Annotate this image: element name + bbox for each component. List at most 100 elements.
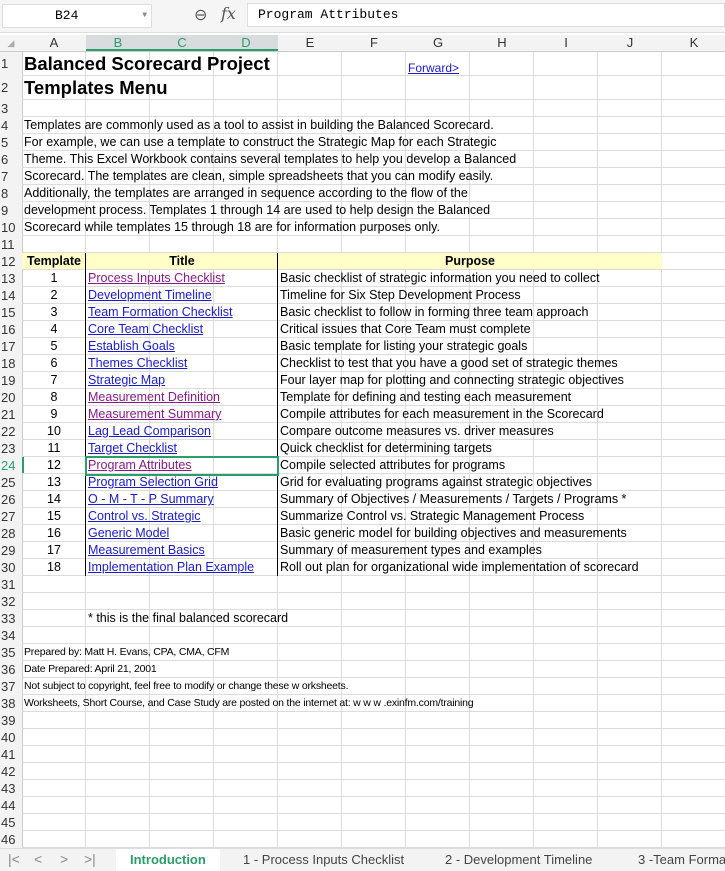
template-link[interactable]: Control vs. Strategic	[88, 508, 201, 525]
column-header-k[interactable]: K	[662, 35, 725, 51]
column-header-i[interactable]: I	[534, 35, 598, 51]
row-header[interactable]: 4	[0, 117, 22, 134]
forward-link[interactable]: Forward>	[408, 56, 459, 80]
template-link[interactable]: Implementation Plan Example	[88, 559, 254, 576]
zoom-icon[interactable]: ⊖	[194, 5, 207, 25]
row-header[interactable]: 24	[0, 457, 24, 474]
row-header[interactable]: 15	[0, 304, 22, 321]
name-box[interactable]: B24 ▼	[2, 4, 152, 28]
row-header[interactable]: 32	[0, 593, 22, 610]
row-header[interactable]: 23	[0, 440, 22, 457]
template-link[interactable]: Strategic Map	[88, 372, 165, 389]
column-header-d[interactable]: D	[214, 35, 278, 51]
row-header[interactable]: 14	[0, 287, 22, 304]
row-header[interactable]: 31	[0, 576, 22, 593]
tab-team-formation[interactable]: 3 -Team Forma	[638, 852, 725, 867]
template-link[interactable]: Measurement Definition	[88, 389, 220, 406]
row-header[interactable]: 1	[0, 52, 22, 76]
template-number: 17	[47, 543, 61, 557]
tab-process-inputs-checklist[interactable]: 1 - Process Inputs Checklist	[243, 852, 404, 867]
template-number: 9	[50, 407, 58, 421]
formula-input[interactable]: Program Attributes	[247, 3, 725, 27]
template-purpose: Compile selected attributes for programs	[280, 458, 506, 472]
row-header[interactable]: 26	[0, 491, 22, 508]
row-header[interactable]: 3	[0, 100, 22, 117]
template-link[interactable]: O - M - T - P Summary	[88, 491, 214, 508]
row-header[interactable]: 2	[0, 76, 22, 100]
row-header[interactable]: 34	[0, 627, 22, 644]
row-header[interactable]: 9	[0, 202, 22, 219]
template-link[interactable]: Lag Lead Comparison	[88, 423, 211, 440]
template-link[interactable]: Core Team Checklist	[88, 321, 203, 338]
intro-text: Scorecard. The templates are clean, simp…	[24, 169, 494, 183]
row-header[interactable]: 46	[0, 831, 22, 848]
tab-development-timeline[interactable]: 2 - Development Timeline	[445, 852, 592, 867]
row-header[interactable]: 16	[0, 321, 22, 338]
column-header-j[interactable]: J	[598, 35, 662, 51]
row-header[interactable]: 44	[0, 797, 22, 814]
column-header-c[interactable]: C	[150, 35, 214, 51]
sheet-grid[interactable]: Balanced Scorecard Project Templates Menu…	[22, 52, 725, 848]
row-header[interactable]: 36	[0, 661, 22, 678]
row-header[interactable]: 30	[0, 559, 22, 576]
column-header-g[interactable]: G	[406, 35, 470, 51]
row-header[interactable]: 8	[0, 185, 22, 202]
row-header[interactable]: 20	[0, 389, 22, 406]
intro-text: development process. Templates 1 through…	[24, 203, 491, 217]
template-link[interactable]: Measurement Basics	[88, 542, 205, 559]
column-header-e[interactable]: E	[278, 35, 342, 51]
row-header[interactable]: 5	[0, 134, 22, 151]
row-header[interactable]: 7	[0, 168, 22, 185]
column-header-h[interactable]: H	[470, 35, 534, 51]
row-header[interactable]: 22	[0, 423, 22, 440]
template-link[interactable]: Establish Goals	[88, 338, 175, 355]
select-all-corner[interactable]: ◢	[0, 35, 22, 51]
template-purpose: Basic template for listing your strategi…	[280, 339, 528, 353]
footer-text: Prepared by: Matt H. Evans, CPA, CMA, CF…	[24, 646, 230, 658]
row-header[interactable]: 27	[0, 508, 22, 525]
template-link[interactable]: Target Checklist	[88, 440, 177, 457]
row-header[interactable]: 41	[0, 746, 22, 763]
template-link[interactable]: Process Inputs Checklist	[88, 270, 225, 287]
row-header[interactable]: 21	[0, 406, 22, 423]
template-link[interactable]: Generic Model	[88, 525, 169, 542]
row-header[interactable]: 25	[0, 474, 22, 491]
row-header[interactable]: 10	[0, 219, 22, 236]
template-link[interactable]: Program Selection Grid	[88, 474, 218, 491]
row-header[interactable]: 18	[0, 355, 22, 372]
row-header[interactable]: 39	[0, 712, 22, 729]
row-header[interactable]: 43	[0, 780, 22, 797]
row-header[interactable]: 13	[0, 270, 22, 287]
column-header-a[interactable]: A	[22, 35, 86, 51]
template-link[interactable]: Team Formation Checklist	[88, 304, 233, 321]
row-header[interactable]: 35	[0, 644, 22, 661]
row-header[interactable]: 6	[0, 151, 22, 168]
chevron-down-icon[interactable]: ▼	[90, 5, 147, 27]
next-sheet-icon[interactable]: >	[60, 851, 68, 867]
template-link[interactable]: Measurement Summary	[88, 406, 221, 423]
row-header[interactable]: 40	[0, 729, 22, 746]
last-sheet-icon[interactable]: >|	[84, 851, 96, 867]
tab-introduction[interactable]: Introduction	[116, 849, 220, 871]
column-header-b[interactable]: B	[86, 35, 150, 51]
row-header[interactable]: 42	[0, 763, 22, 780]
row-header[interactable]: 37	[0, 678, 22, 695]
prev-sheet-icon[interactable]: <	[34, 851, 42, 867]
template-link[interactable]: Development Timeline	[88, 287, 212, 304]
intro-text: Scorecard while templates 15 through 18 …	[24, 220, 440, 234]
row-header[interactable]: 19	[0, 372, 22, 389]
row-header[interactable]: 29	[0, 542, 22, 559]
row-header[interactable]: 38	[0, 695, 22, 712]
row-header[interactable]: 17	[0, 338, 22, 355]
template-link[interactable]: Themes Checklist	[88, 355, 187, 372]
row-header[interactable]: 28	[0, 525, 22, 542]
row-header[interactable]: 12	[0, 253, 22, 270]
column-header-f[interactable]: F	[342, 35, 406, 51]
selected-cell[interactable]	[85, 456, 279, 476]
row-header[interactable]: 33	[0, 610, 22, 627]
template-number: 13	[47, 475, 61, 489]
first-sheet-icon[interactable]: |<	[8, 851, 20, 867]
row-header[interactable]: 45	[0, 814, 22, 831]
fx-icon[interactable]: fx	[221, 4, 236, 23]
row-header[interactable]: 11	[0, 236, 22, 253]
